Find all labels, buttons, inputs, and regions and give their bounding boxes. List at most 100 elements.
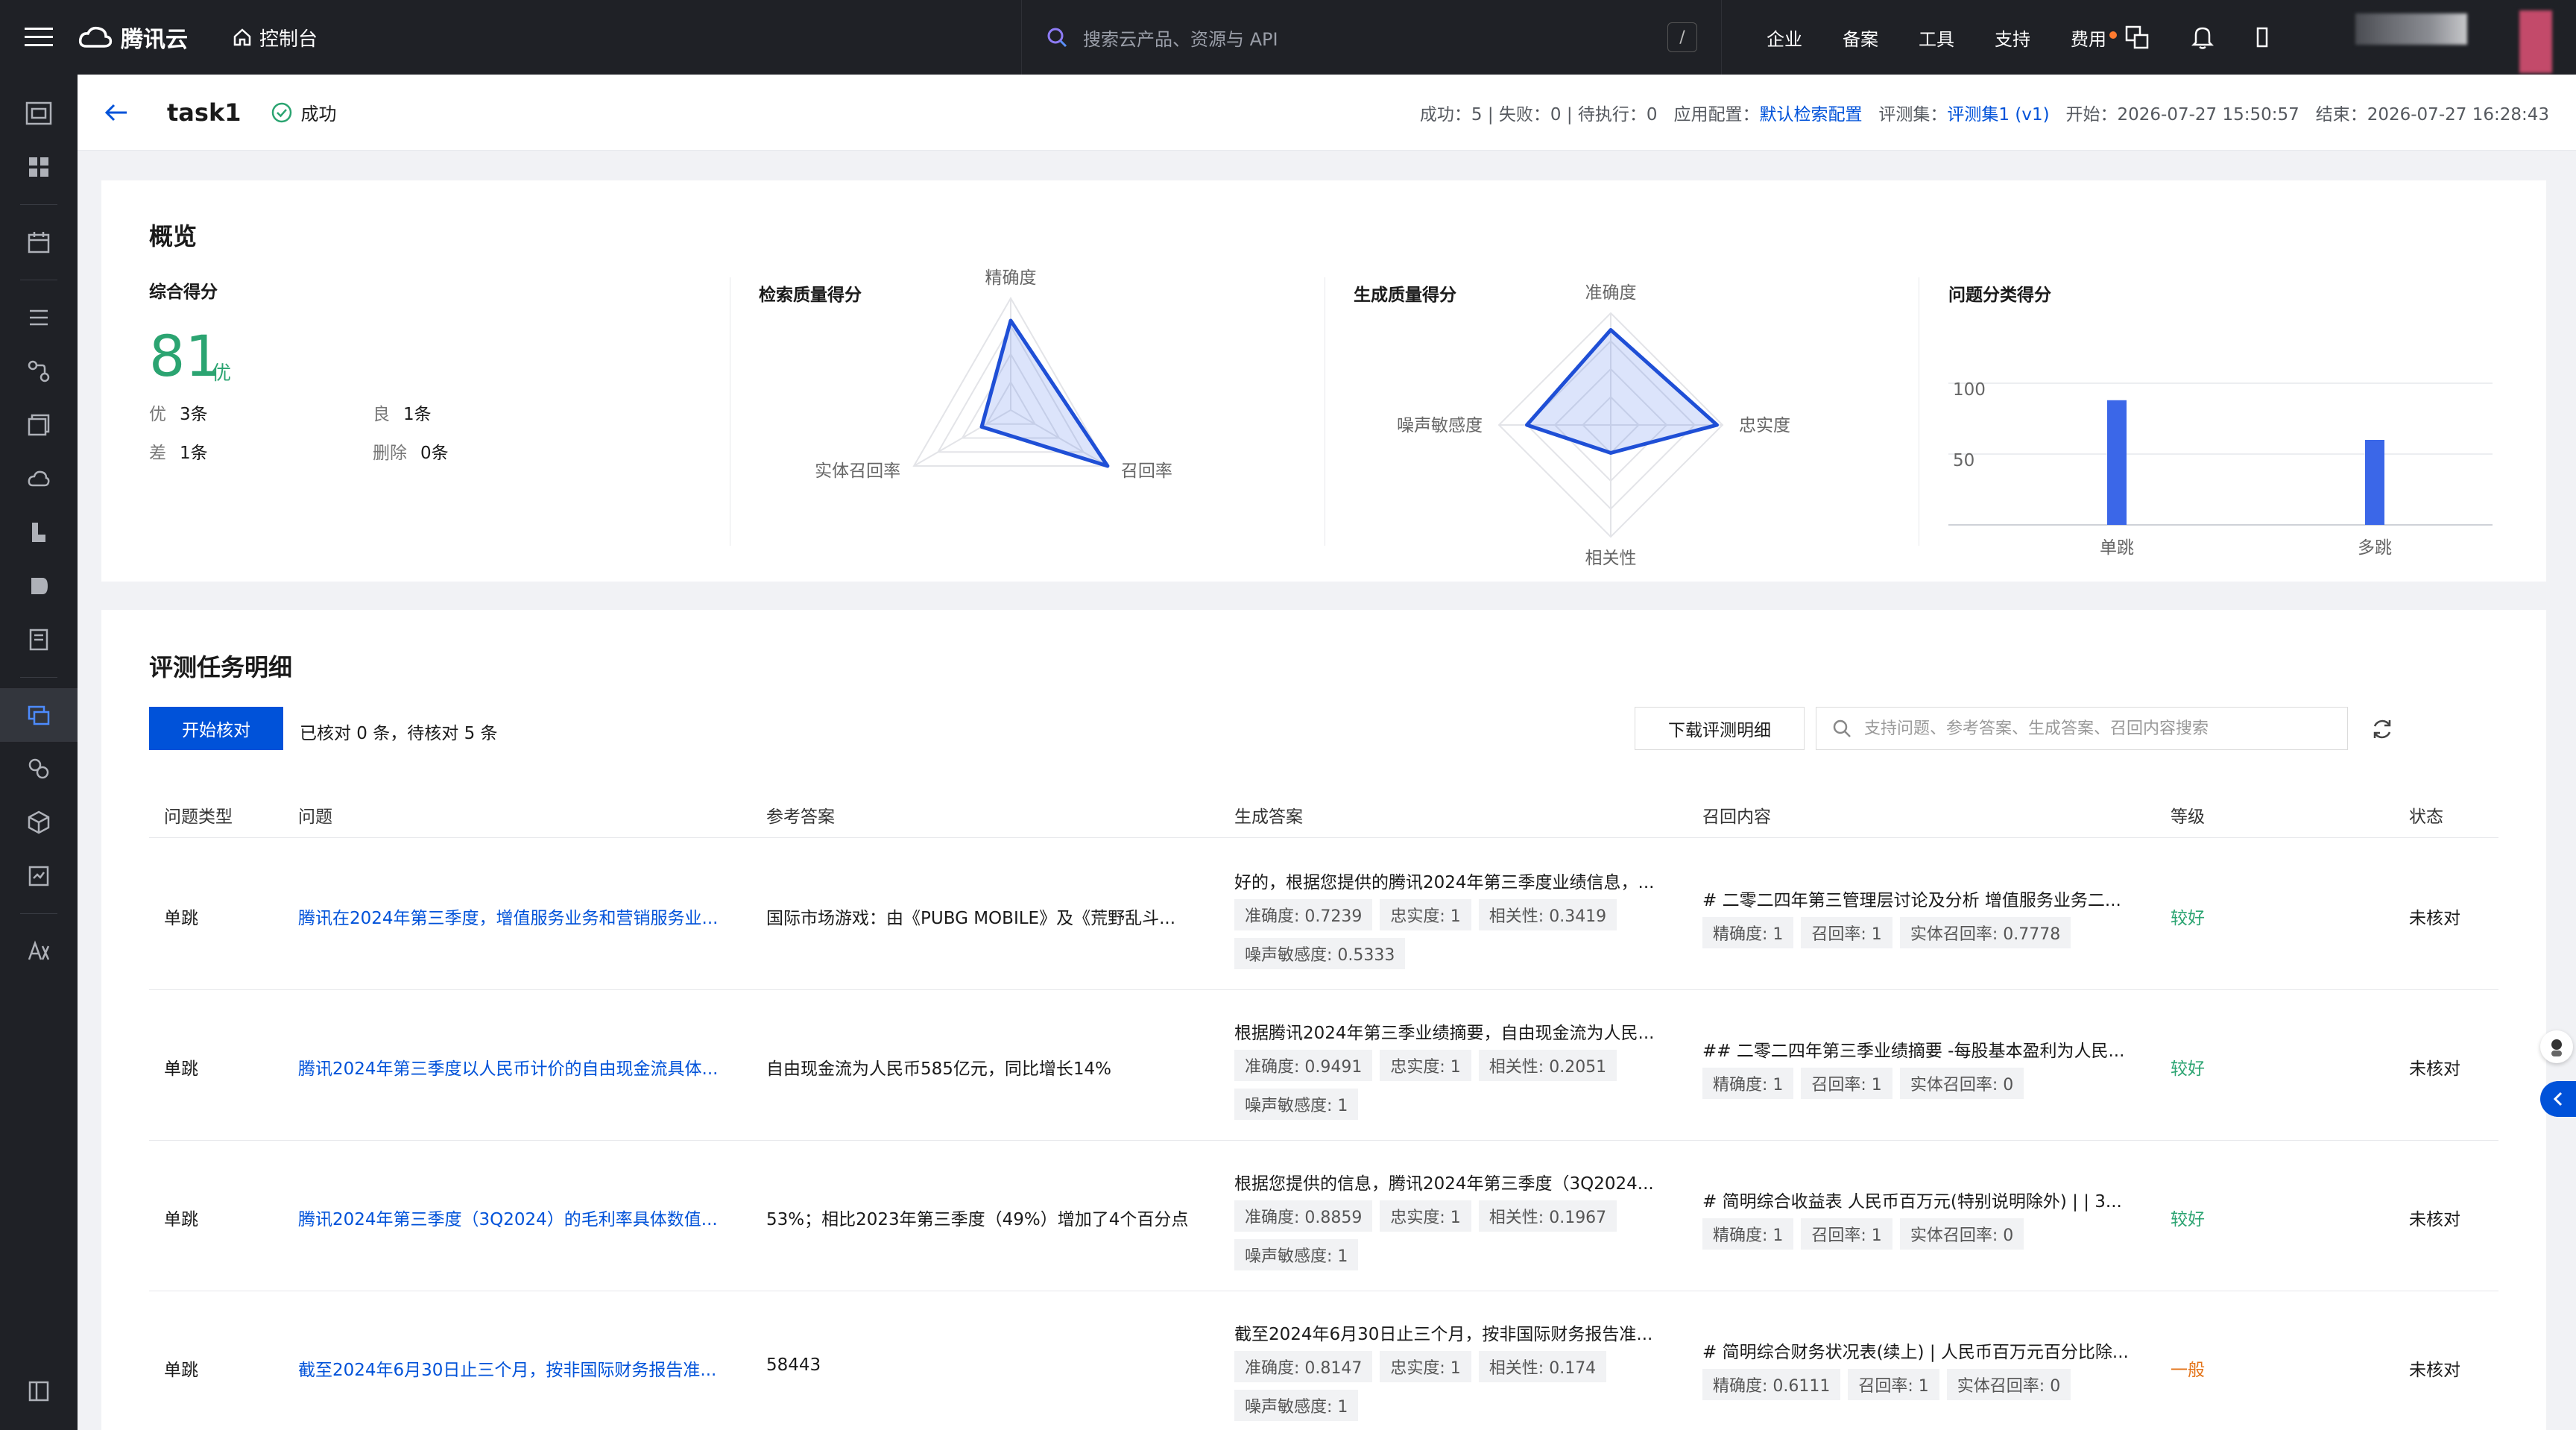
nav-support[interactable]: 支持 <box>1995 25 2030 51</box>
row-level: 一般 <box>2171 1361 2205 1380</box>
bar-y-tick: 50 <box>1953 451 1974 470</box>
row-status: 未核对 <box>2409 1059 2460 1079</box>
radar-axis-label: 相关性 <box>1585 549 1637 568</box>
rail-file-icon[interactable] <box>0 505 78 559</box>
row-recall: # 二零二四年第三管理层讨论及分析 增值服务业务二... <box>1702 891 2121 910</box>
detail-search-input[interactable] <box>1864 719 2332 738</box>
radar-axis-label: 噪声敏感度 <box>1397 416 1483 435</box>
row-question-link[interactable]: 截至2024年6月30日止三个月，按非国际财务报告准... <box>298 1355 745 1381</box>
rail-overview-icon[interactable] <box>0 86 78 140</box>
nav-filing[interactable]: 备案 <box>1843 25 1878 51</box>
row-reference: 53%；相比2023年第三季度（49%）增加了4个百分点 <box>766 1210 1189 1229</box>
metric-tag: 噪声敏感度: 1 <box>1234 1089 1359 1120</box>
metric-tag: 准确度: 0.8147 <box>1234 1351 1373 1382</box>
row-status: 未核对 <box>2409 909 2460 928</box>
detail-search[interactable] <box>1816 707 2348 750</box>
row-level: 较好 <box>2171 909 2205 928</box>
radar-axis-label: 忠实度 <box>1739 416 1790 435</box>
rail-link-icon[interactable] <box>0 742 78 796</box>
eval-set-link[interactable]: 评测集1 (v1) <box>1947 105 2049 125</box>
rail-ai-icon[interactable] <box>0 925 78 978</box>
rail-box-icon[interactable] <box>0 796 78 849</box>
status-text: 成功 <box>300 104 337 125</box>
rail-database-icon[interactable] <box>0 559 78 613</box>
metric-tag: 忠实度: 1 <box>1380 1050 1471 1081</box>
rail-grid-icon[interactable] <box>0 140 78 194</box>
metric-tag: 忠实度: 1 <box>1380 899 1471 930</box>
rail-book-icon[interactable] <box>0 613 78 667</box>
rail-evaluation-icon[interactable] <box>0 688 78 742</box>
nav-tools[interactable]: 工具 <box>1919 25 1954 51</box>
metric-tag: 准确度: 0.7239 <box>1234 899 1373 930</box>
assistant-avatar[interactable] <box>2540 1030 2573 1063</box>
count-key: 删除 <box>373 444 407 463</box>
table-row[interactable]: 单跳 截至2024年6月30日止三个月，按非国际财务报告准... 58443 截至20… <box>149 1291 2498 1430</box>
rail-cloud-icon[interactable] <box>0 452 78 505</box>
rail-calendar-icon[interactable] <box>0 215 78 269</box>
col-reference: 参考答案 <box>766 807 835 827</box>
nav-enterprise[interactable]: 企业 <box>1767 25 1802 51</box>
row-question-link[interactable]: 腾讯2024年第三季度以人民币计价的自由现金流具体... <box>298 1054 745 1080</box>
row-reference: 58443 <box>766 1355 821 1375</box>
metric-tag: 精确度: 1 <box>1702 1218 1794 1250</box>
rail-separator <box>20 913 57 914</box>
table-row[interactable]: 单跳 腾讯2024年第三季度（3Q2024）的毛利率具体数值... 53%；相比20… <box>149 1141 2498 1291</box>
row-question-link[interactable]: 腾讯在2024年第三季度，增值服务业务和营销服务业... <box>298 904 745 929</box>
rail-separator <box>20 204 57 205</box>
row-type: 单跳 <box>164 909 198 928</box>
row-type: 单跳 <box>164 1210 198 1229</box>
top-icons <box>2124 0 2270 75</box>
meta-fail: 失败：0 <box>1498 104 1562 125</box>
console-link[interactable]: 控制台 <box>233 24 318 51</box>
document-icon[interactable] <box>2255 25 2270 49</box>
start-verify-button[interactable]: 开始核对 <box>149 707 283 750</box>
metric-tag: 精确度: 1 <box>1702 1068 1794 1099</box>
count-key: 差 <box>149 444 166 463</box>
bell-icon[interactable] <box>2191 25 2214 50</box>
rail-image-icon[interactable] <box>0 398 78 452</box>
avatar[interactable] <box>2519 10 2552 73</box>
row-level: 较好 <box>2171 1059 2205 1079</box>
row-answer-metrics: 准确度: 0.9491 忠实度: 1 相关性: 0.2051 噪声敏感度: 1 <box>1234 1050 1682 1120</box>
slash-shortcut: / <box>1667 22 1697 52</box>
rail-list-icon[interactable] <box>0 291 78 344</box>
global-search[interactable]: 搜索云产品、资源与 API / <box>1021 0 1722 75</box>
meta-set-label: 评测集： <box>1878 104 1948 125</box>
metric-tag: 相关性: 0.1967 <box>1478 1200 1617 1232</box>
menu-icon[interactable] <box>0 0 78 75</box>
col-level[interactable]: 等级 <box>2171 802 2205 828</box>
category-bar-chart: 100 50 单跳 多跳 <box>1948 380 2493 558</box>
top-bar: 腾讯云 控制台 搜索云产品、资源与 API / 企业 备案 工具 支持 费用 <box>0 0 2576 75</box>
rail-report-icon[interactable] <box>0 849 78 903</box>
back-arrow-icon[interactable] <box>100 96 133 129</box>
metric-tag: 噪声敏感度: 0.5333 <box>1234 938 1406 969</box>
refresh-icon[interactable] <box>2367 714 2397 744</box>
generation-radar-chart: 准确度忠实度相关性 噪声敏感度 <box>1397 283 1790 568</box>
total-score-label: 综合得分 <box>149 283 218 302</box>
meta-end: 结束：2026-07-27 16:28:43 <box>2315 104 2549 125</box>
language-icon[interactable] <box>2124 25 2150 50</box>
table-row[interactable]: 单跳 腾讯2024年第三季度以人民币计价的自由现金流具体... 自由现金流为人民币5… <box>149 990 2498 1141</box>
row-answer: 根据腾讯2024年第三季业绩摘要，自由现金流为人民... <box>1234 1024 1655 1043</box>
col-status[interactable]: 状态 <box>2409 802 2443 828</box>
generation-score-label: 生成质量得分 <box>1354 286 1456 305</box>
radar-axis-label: 实体召回率 <box>815 462 900 481</box>
global-search-placeholder: 搜索云产品、资源与 API <box>1083 28 1278 50</box>
row-question-link[interactable]: 腾讯2024年第三季度（3Q2024）的毛利率具体数值... <box>298 1205 745 1230</box>
table-row[interactable]: 单跳 腾讯在2024年第三季度，增值服务业务和营销服务业... 国际市场游戏：由《P… <box>149 840 2498 990</box>
console-label: 控制台 <box>259 28 318 51</box>
metric-tag: 实体召回率: 0 <box>1946 1369 2071 1400</box>
rail-collapse-icon[interactable] <box>0 1367 78 1415</box>
brand-logo[interactable]: 腾讯云 <box>78 21 188 54</box>
row-recall: # 简明综合财务状况表(续上) | 人民币百万元百分比除... <box>1702 1343 2129 1362</box>
count-deleted: 删除 0条 <box>373 438 449 464</box>
side-panel-toggle[interactable] <box>2540 1081 2576 1117</box>
col-answer: 生成答案 <box>1234 807 1303 827</box>
config-link[interactable]: 默认检索配置 <box>1759 105 1862 125</box>
download-detail-button[interactable]: 下载评测明细 <box>1635 707 1805 750</box>
rail-flow-icon[interactable] <box>0 344 78 398</box>
status-badge: 成功 <box>271 99 336 125</box>
nav-billing[interactable]: 费用 <box>2071 25 2117 51</box>
account-info-redacted[interactable] <box>2355 13 2467 45</box>
bar-single-hop <box>2107 400 2127 525</box>
